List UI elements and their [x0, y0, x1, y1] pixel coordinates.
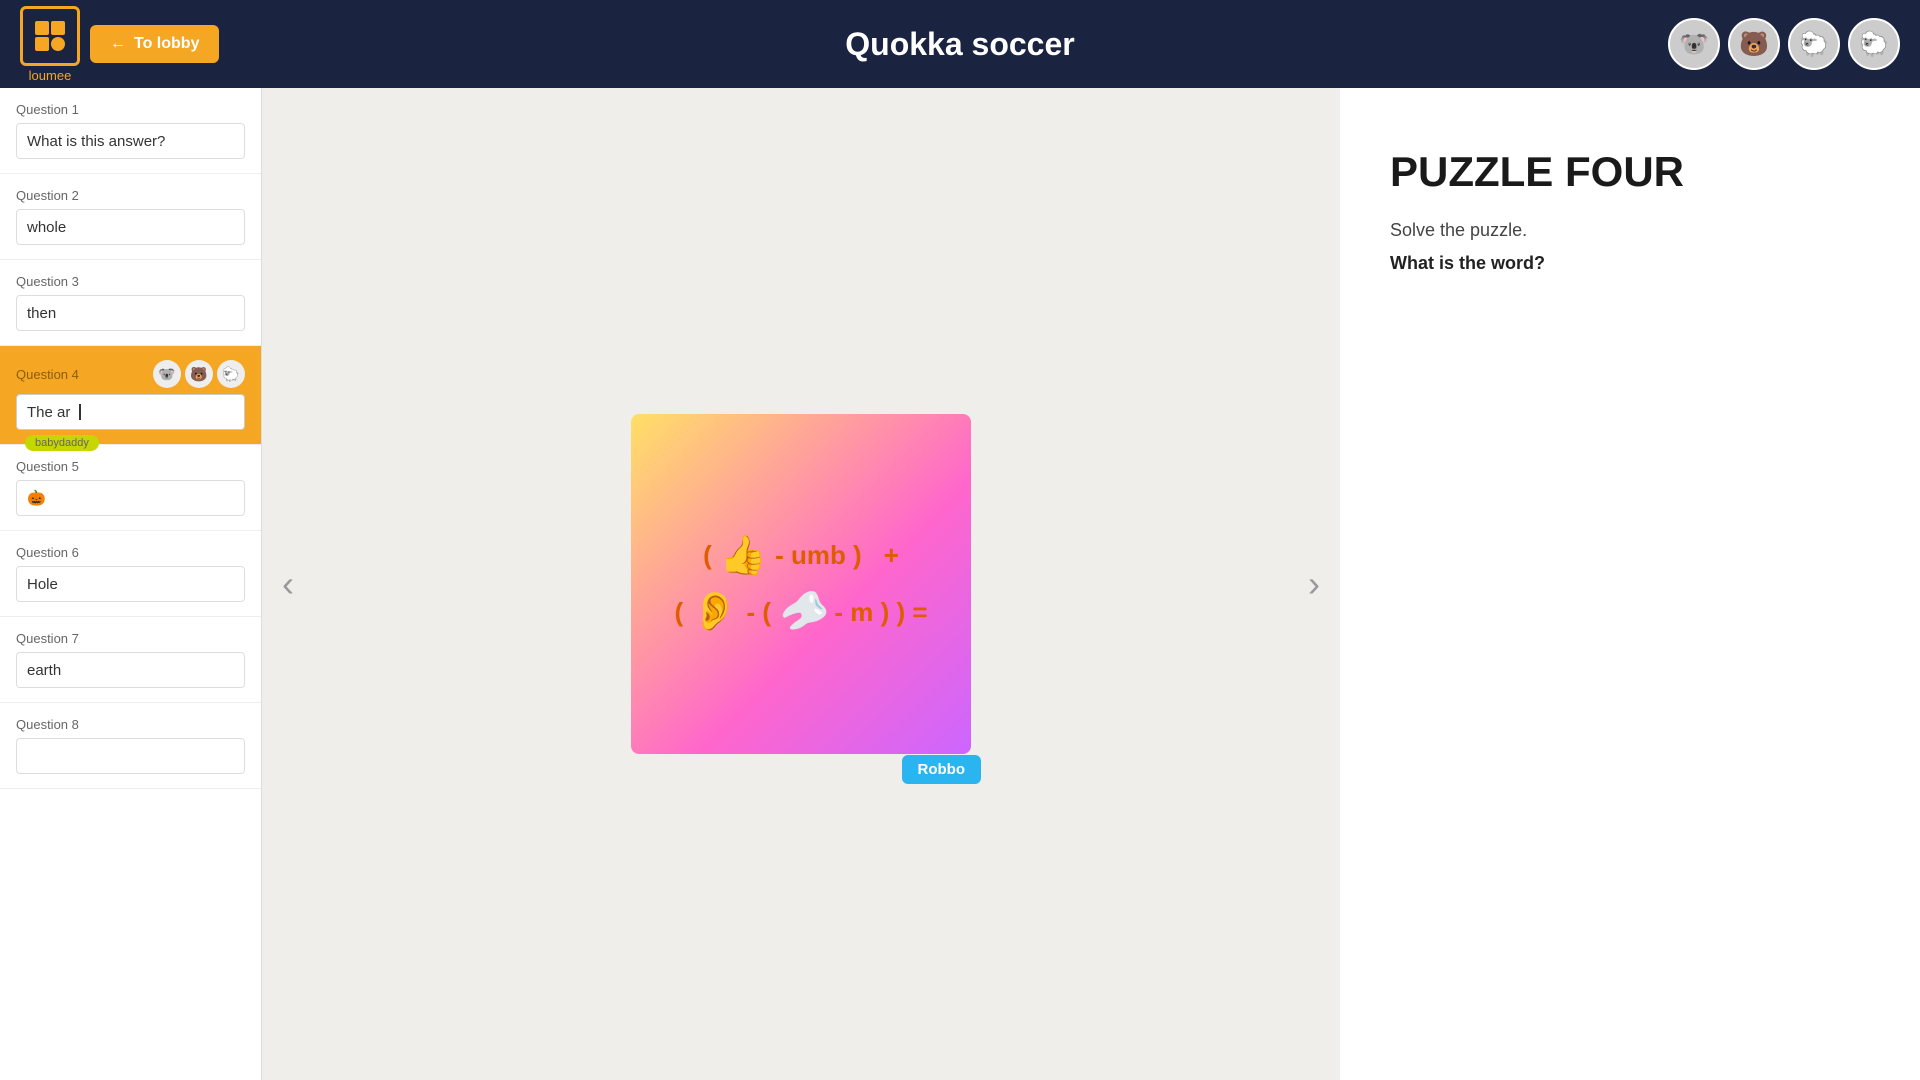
q3-label: Question 3	[16, 274, 245, 289]
q6-answer: Hole	[16, 566, 245, 602]
center-area: ‹ ( 👍 - umb ) + ( 👂 - (	[262, 88, 1340, 1080]
q7-label: Question 7	[16, 631, 245, 646]
equation-line-2: ( 👂 - ( 🦷 - m ) ) =	[674, 589, 927, 636]
boomerang-emoji: 🦷	[774, 582, 831, 642]
q5-label: Question 5	[16, 459, 245, 474]
question-item-3[interactable]: Question 3 then	[0, 260, 261, 346]
q7-answer: earth	[16, 652, 245, 688]
logo-area: loumee ← To lobby	[20, 6, 280, 83]
q6-label: Question 6	[16, 545, 245, 560]
ear-emoji: 👂	[691, 593, 738, 631]
robbo-badge: Robbo	[902, 755, 981, 784]
nav-next-button[interactable]: ›	[1298, 553, 1330, 615]
right-panel: PUZZLE FOUR Solve the puzzle. What is th…	[1340, 88, 1920, 1080]
q2-answer: whole	[16, 209, 245, 245]
to-lobby-button[interactable]: ← To lobby	[90, 25, 219, 63]
text-cursor	[79, 404, 81, 420]
page-title: Quokka soccer	[845, 26, 1074, 63]
avatar-1: 🐨	[1668, 18, 1720, 70]
question-item-6[interactable]: Question 6 Hole	[0, 531, 261, 617]
q5-answer: 🎃	[16, 480, 245, 516]
q4-user-avatar-2: 🐻	[185, 360, 213, 388]
main-layout: Question 1 What is this answer? Question…	[0, 88, 1920, 1080]
tooltip-badge: babydaddy	[25, 435, 99, 451]
puzzle-gradient-box: ( 👍 - umb ) + ( 👂 - ( 🦷 - m ) ) = Robb	[631, 414, 971, 754]
header: loumee ← To lobby Quokka soccer 🐨 🐻 🐑 🐑	[0, 0, 1920, 88]
q4-user-avatar-3: 🐑	[217, 360, 245, 388]
q4-answer[interactable]: The ar babydaddy	[16, 394, 245, 430]
nav-prev-button[interactable]: ‹	[272, 553, 304, 615]
puzzle-description: Solve the puzzle.	[1390, 220, 1870, 241]
q1-label: Question 1	[16, 102, 245, 117]
sidebar: Question 1 What is this answer? Question…	[0, 88, 262, 1080]
q4-user-avatar-1: 🐨	[153, 360, 181, 388]
to-lobby-label: To lobby	[134, 35, 199, 53]
question-item-4[interactable]: Question 4 🐨 🐻 🐑 The ar babydaddy	[0, 346, 261, 445]
avatar-4: 🐑	[1848, 18, 1900, 70]
equation-line-1: ( 👍 - umb ) +	[703, 532, 899, 579]
logo-text: loumee	[29, 68, 72, 83]
question-item-1[interactable]: Question 1 What is this answer?	[0, 88, 261, 174]
q1-answer: What is this answer?	[16, 123, 245, 159]
puzzle-image-area: ( 👍 - umb ) + ( 👂 - ( 🦷 - m ) ) = Robb	[531, 284, 1071, 884]
puzzle-question-text: What is the word?	[1390, 253, 1870, 274]
question-item-7[interactable]: Question 7 earth	[0, 617, 261, 703]
q8-label: Question 8	[16, 717, 245, 732]
puzzle-section-title: PUZZLE FOUR	[1390, 148, 1870, 196]
avatar-2: 🐻	[1728, 18, 1780, 70]
arrow-left-icon: ←	[110, 35, 126, 53]
question-item-2[interactable]: Question 2 whole	[0, 174, 261, 260]
avatar-group: 🐨 🐻 🐑 🐑	[1668, 18, 1900, 70]
question-item-5[interactable]: Question 5 🎃	[0, 445, 261, 531]
puzzle-equation: ( 👍 - umb ) + ( 👂 - ( 🦷 - m ) ) =	[674, 532, 927, 636]
q4-label: Question 4 🐨 🐻 🐑	[16, 360, 245, 388]
avatar-3: 🐑	[1788, 18, 1840, 70]
q3-answer: then	[16, 295, 245, 331]
thumb-emoji: 👍	[720, 537, 767, 575]
q8-answer	[16, 738, 245, 774]
q2-label: Question 2	[16, 188, 245, 203]
logo-icon	[20, 6, 80, 66]
logo-wrapper: loumee	[20, 6, 80, 83]
question-item-8[interactable]: Question 8	[0, 703, 261, 789]
